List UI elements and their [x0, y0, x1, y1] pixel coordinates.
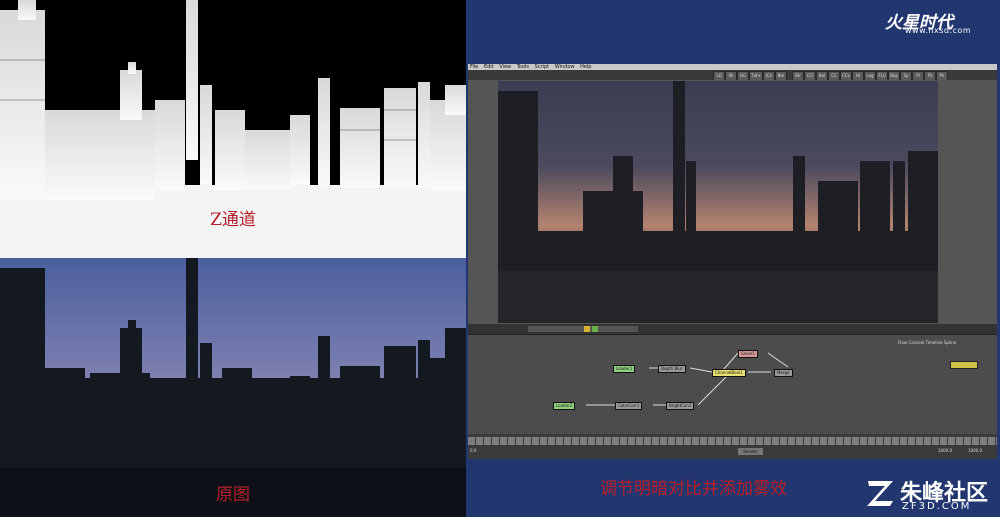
timeline-bar[interactable]: 0.0 Render 1000.0 1000.0 [468, 434, 997, 459]
tab-console[interactable]: Console [908, 340, 924, 345]
flow-node-merge[interactable]: Merge [774, 369, 793, 377]
compositing-app-window: File Edit View Tools Script Window Help … [468, 64, 997, 459]
tab-flow[interactable]: Flow [898, 340, 907, 345]
tab-spline[interactable]: Spline [944, 340, 956, 345]
hxsd-brand: 火星时代 www.hxsd.com [885, 8, 995, 36]
result-label: 调节明暗对比并添加雾效 [600, 479, 787, 499]
flow-node-area[interactable]: Loader1 Depth Blur ChannelBool1 Merge Sa… [468, 334, 997, 450]
time-global-end-value: 1000.0 [968, 448, 982, 453]
viewer-toolbar [468, 324, 997, 334]
flow-node-saver[interactable]: Saver1 [738, 350, 759, 358]
time-start-value: 0.0 [470, 448, 477, 453]
time-ruler[interactable] [468, 437, 997, 445]
zf3d-url: ZF3D.COM [902, 501, 972, 512]
time-end-value: 1000.0 [938, 448, 952, 453]
viewer-lock-icon[interactable] [584, 326, 590, 332]
zf3d-logo-icon [867, 481, 893, 506]
flow-node-colorcorrector[interactable]: ColorCorr1 [615, 402, 643, 410]
flow-tabs: Flow Console Timeline Spline [898, 339, 993, 346]
hxsd-url: www.hxsd.com [905, 26, 972, 35]
original-label: 原图 [216, 485, 250, 505]
viewer-panel[interactable] [468, 80, 997, 324]
depth-channel-label: Z通道 [210, 210, 256, 230]
flow-node-channelbool[interactable]: ChannelBool1 [712, 369, 746, 377]
flow-node-loader1[interactable]: Loader1 [613, 365, 636, 373]
flow-node-loader2[interactable]: Loader2 [553, 402, 576, 410]
tab-timeline[interactable]: Timeline [926, 340, 943, 345]
tool-bar: LD Sh BG Txt+ ICk Bm Blr CCl Bol CC CCv … [468, 70, 997, 81]
flow-node-brightcontrast[interactable]: BrightCon1 [666, 402, 695, 410]
viewer-roi-icon[interactable] [592, 326, 598, 332]
render-button[interactable]: Render [738, 448, 763, 455]
navigator-thumbnail[interactable] [950, 361, 978, 369]
viewer-result-image [498, 81, 938, 323]
original-image [0, 258, 466, 517]
viewer-tool-strip[interactable] [528, 326, 638, 332]
flow-node-depth-blur[interactable]: Depth Blur [658, 365, 686, 373]
